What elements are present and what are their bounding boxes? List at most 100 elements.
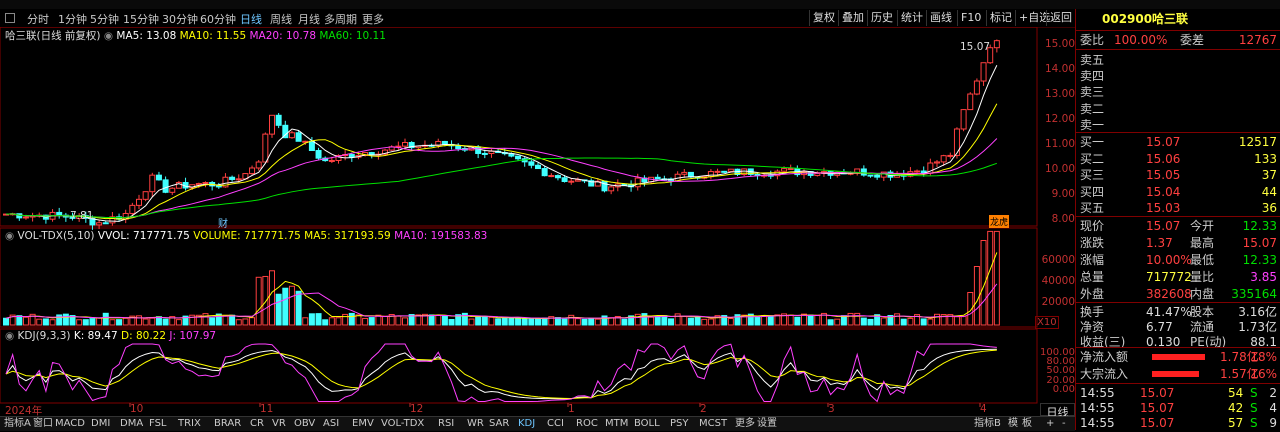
- toolbar-button[interactable]: 统计: [897, 10, 926, 26]
- indicator-tab[interactable]: RSI: [436, 417, 456, 431]
- candle-body: [781, 168, 788, 172]
- indicator-tab[interactable]: DMI: [89, 417, 112, 431]
- volume-bar: [807, 314, 814, 326]
- vol-unit-label: X10: [1035, 316, 1059, 329]
- period-tab[interactable]: 5分钟: [90, 11, 119, 27]
- quote-row: 现价 15.07 今开 12.33: [1080, 217, 1277, 235]
- bid-price: 15.03: [1146, 201, 1181, 216]
- toolbar-button[interactable]: 叠加: [838, 10, 867, 26]
- candle-body: [162, 179, 169, 193]
- bottom-control[interactable]: +: [1044, 417, 1056, 431]
- indicator-tab[interactable]: ROC: [574, 417, 600, 431]
- indicator-tab[interactable]: OBV: [292, 417, 317, 431]
- toolbar-button[interactable]: 复权: [809, 10, 838, 26]
- indicator-tab[interactable]: WR: [465, 417, 486, 431]
- candle-body: [475, 146, 482, 154]
- bid-price: 15.07: [1146, 135, 1181, 149]
- volume-bar: [608, 317, 615, 326]
- kline-chart[interactable]: 哈三联(日线 前复权) ◉ MA5: 13.08 MA10: 11.55 MA2…: [0, 26, 1075, 407]
- volume-bar: [249, 317, 256, 326]
- candle-body: [528, 161, 535, 166]
- kdj-axis-label: 0.00: [1052, 384, 1075, 395]
- bid-row[interactable]: 买三 15.05 37: [1080, 166, 1277, 184]
- volume-bar: [727, 318, 734, 326]
- period-tab[interactable]: 60分钟: [200, 11, 236, 27]
- vvol-label: VVOL: 717771.75: [97, 230, 190, 242]
- candle-body: [202, 181, 209, 185]
- finance-marker[interactable]: 财: [218, 215, 228, 230]
- volume-bar: [920, 318, 927, 326]
- volume-bar: [867, 318, 874, 326]
- candle-body: [288, 132, 295, 139]
- indicator-tab[interactable]: ASI: [321, 417, 341, 431]
- indicator-tab[interactable]: MCST: [697, 417, 729, 431]
- bid-row[interactable]: 买五 15.03 36: [1080, 199, 1277, 217]
- period-tab[interactable]: 月线: [298, 11, 320, 27]
- period-tab[interactable]: 15分钟: [123, 11, 159, 27]
- quote-panel: 002900 哈三联 委比 100.00% 委差 12767 卖五 卖四 卖三 卖二卖…: [1075, 9, 1280, 430]
- candle-body: [149, 174, 156, 193]
- bid-row[interactable]: 买一 15.07 12517: [1080, 133, 1277, 151]
- indicator-tab[interactable]: CCI: [545, 417, 566, 431]
- candle-body: [96, 222, 103, 226]
- indicator-tab[interactable]: BRAR: [212, 417, 243, 431]
- bid-row[interactable]: 买四 15.04 44: [1080, 183, 1277, 201]
- toolbar-button[interactable]: 标记: [986, 10, 1015, 26]
- toolbar-button[interactable]: 返回: [1046, 10, 1075, 26]
- bottom-control[interactable]: -: [1060, 417, 1068, 431]
- indicator-tab[interactable]: CR: [248, 417, 266, 431]
- period-unit-button[interactable]: 日线: [1040, 403, 1075, 419]
- settings-icon[interactable]: ◉: [104, 30, 113, 42]
- indicator-tab[interactable]: PSY: [668, 417, 691, 431]
- period-tab[interactable]: 多周期: [324, 11, 357, 27]
- volume-bar: [315, 313, 322, 326]
- bid-row[interactable]: 买二 15.06 133: [1080, 150, 1277, 168]
- period-tab[interactable]: 更多: [362, 11, 384, 27]
- indicator-tab[interactable]: VOL-TDX: [379, 417, 426, 431]
- settings-icon[interactable]: ◉: [5, 330, 14, 342]
- candle-body: [315, 150, 322, 159]
- toolbar-button[interactable]: F10: [957, 10, 984, 26]
- fund-flow-row[interactable]: 大宗流入 1.57亿 16%: [1080, 365, 1277, 383]
- volume-bar: [255, 276, 262, 326]
- layout-icon[interactable]: [5, 13, 15, 23]
- period-tab[interactable]: 日线: [240, 11, 262, 27]
- volume-bar: [834, 318, 841, 326]
- volume-bar: [674, 313, 681, 326]
- period-tab[interactable]: 1分钟: [58, 11, 87, 27]
- indicator-tab[interactable]: 设置: [755, 417, 779, 431]
- indicator-tab[interactable]: 窗口: [31, 417, 55, 431]
- bottom-control[interactable]: 指标B: [972, 417, 1003, 431]
- fund-flow-row[interactable]: 净流入额 1.78亿 18%: [1080, 348, 1277, 366]
- bottom-control[interactable]: 板: [1020, 417, 1034, 431]
- toolbar-button[interactable]: 历史: [867, 10, 896, 26]
- indicator-tab[interactable]: 指标A: [2, 417, 33, 431]
- indicator-tab[interactable]: KDJ: [516, 417, 537, 431]
- indicator-tab[interactable]: VR: [270, 417, 288, 431]
- candle-body: [867, 174, 874, 177]
- volume-bar: [960, 315, 967, 326]
- price-axis-label: 10.00: [1044, 163, 1075, 175]
- flow-label: 净流入额: [1080, 350, 1129, 364]
- indicator-tab[interactable]: EMV: [350, 417, 376, 431]
- indicator-tab[interactable]: MACD: [53, 417, 87, 431]
- indicator-tab[interactable]: MTM: [603, 417, 630, 431]
- bottom-control[interactable]: 模: [1006, 417, 1020, 431]
- period-tab[interactable]: 周线: [270, 11, 292, 27]
- volume-bar: [56, 314, 63, 326]
- settings-icon[interactable]: ◉: [5, 230, 14, 242]
- indicator-tab[interactable]: DMA: [118, 417, 145, 431]
- toolbar-button[interactable]: 画线: [926, 10, 955, 26]
- indicator-tab[interactable]: BOLL: [632, 417, 662, 431]
- indicator-tab[interactable]: 更多: [733, 417, 757, 431]
- quote-value: 12.33: [1242, 219, 1277, 233]
- indicator-tab[interactable]: TRIX: [176, 417, 203, 431]
- period-tab[interactable]: 30分钟: [162, 11, 198, 27]
- dragon-tiger-marker[interactable]: 龙虎: [989, 215, 1010, 228]
- bid-volume: 12517: [1238, 135, 1277, 149]
- indicator-tab[interactable]: SAR: [487, 417, 511, 431]
- volume-bar: [588, 318, 595, 326]
- candle-body: [295, 132, 302, 142]
- indicator-tab[interactable]: FSL: [147, 417, 169, 431]
- period-tab[interactable]: 分时: [27, 11, 49, 27]
